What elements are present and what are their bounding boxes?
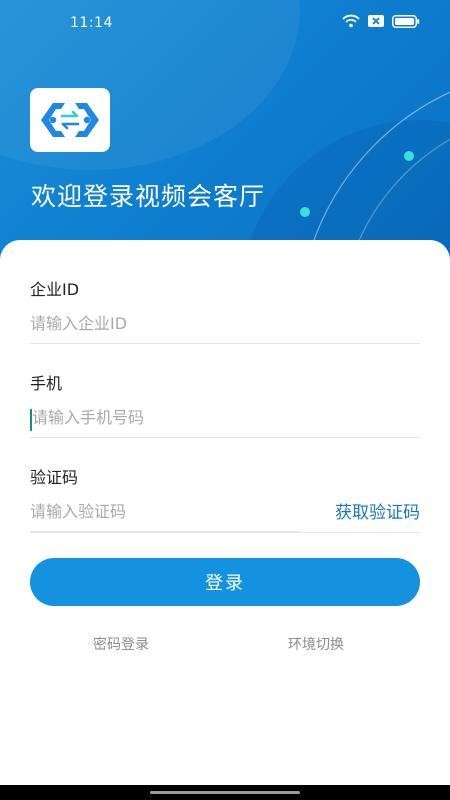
login-screen: 11:14 欢迎登录视频会客厅 企业ID 请输入企业ID 手机 请输入手机号码 … xyxy=(0,0,450,800)
company-id-label: 企业ID xyxy=(30,280,80,299)
phone-label: 手机 xyxy=(30,374,63,393)
phone-input[interactable] xyxy=(30,398,420,438)
switch-environment-link[interactable]: 环境切换 xyxy=(288,634,344,654)
company-id-input[interactable] xyxy=(30,304,420,344)
wifi-icon xyxy=(342,14,360,28)
welcome-title: 欢迎登录视频会客厅 xyxy=(31,182,266,211)
text-cursor xyxy=(30,409,32,431)
battery-icon xyxy=(392,14,420,28)
system-nav-bar xyxy=(0,785,450,800)
get-code-button[interactable]: 获取验证码 xyxy=(335,498,420,523)
app-logo xyxy=(30,88,110,152)
verification-code-input[interactable] xyxy=(30,492,300,532)
status-time: 11:14 xyxy=(70,15,113,31)
password-login-link[interactable]: 密码登录 xyxy=(93,634,149,654)
status-icons xyxy=(342,14,420,28)
home-gesture-handle[interactable] xyxy=(150,791,300,794)
status-bar: 11:14 xyxy=(0,0,450,46)
sim-disabled-icon xyxy=(368,15,384,27)
verification-code-label: 验证码 xyxy=(30,468,79,487)
login-button[interactable]: 登录 xyxy=(30,558,420,606)
app-logo-icon xyxy=(41,103,99,137)
code-underline xyxy=(30,532,420,533)
